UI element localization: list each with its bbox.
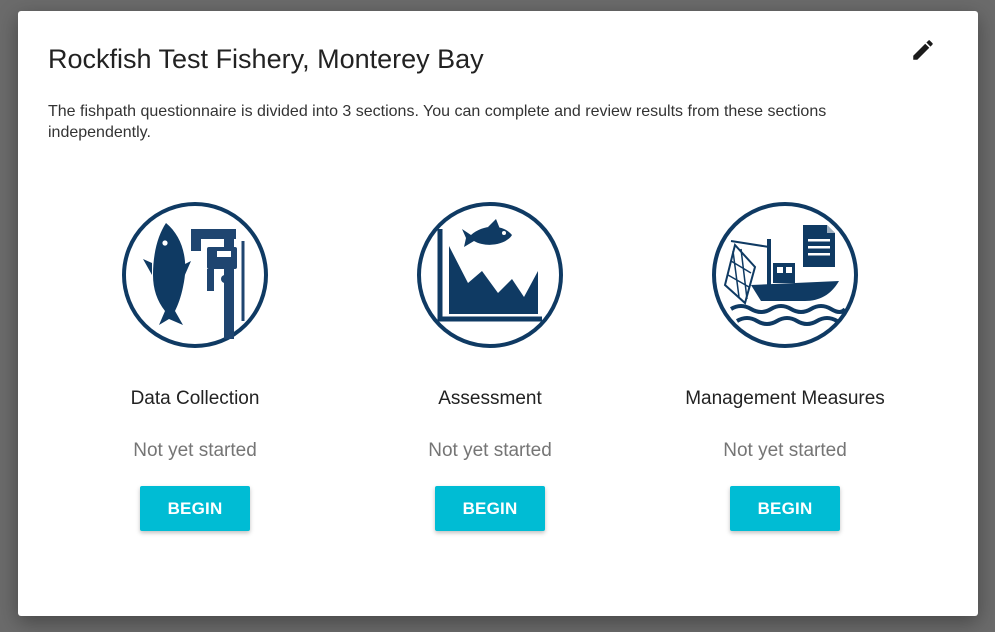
data-collection-icon-wrap [121, 201, 269, 349]
dialog-title: Rockfish Test Fishery, Monterey Bay [48, 44, 484, 74]
dialog-description: The fishpath questionnaire is divided in… [48, 103, 827, 141]
section-data-collection: Data Collection Not yet started BEGIN [55, 201, 335, 531]
fishing-boat-document-icon [712, 202, 858, 348]
section-management-measures: Management Measures Not yet started BEGI… [645, 201, 925, 531]
begin-data-collection-button[interactable]: BEGIN [140, 486, 250, 531]
section-status: Not yet started [723, 440, 847, 461]
pencil-icon [913, 40, 933, 60]
section-name: Management Measures [685, 388, 885, 409]
begin-assessment-button[interactable]: BEGIN [435, 486, 545, 531]
edit-button[interactable] [906, 33, 940, 67]
section-name: Assessment [438, 388, 542, 409]
fish-chart-icon [417, 202, 563, 348]
section-status: Not yet started [133, 440, 257, 461]
begin-management-measures-button[interactable]: BEGIN [730, 486, 840, 531]
management-measures-icon-wrap [711, 201, 859, 349]
section-status: Not yet started [428, 440, 552, 461]
fish-caliper-icon [122, 202, 268, 348]
assessment-icon-wrap [416, 201, 564, 349]
section-overview-dialog: Rockfish Test Fishery, Monterey Bay The … [18, 11, 978, 616]
section-name: Data Collection [130, 388, 260, 409]
section-assessment: Assessment Not yet started BEGIN [350, 201, 630, 531]
